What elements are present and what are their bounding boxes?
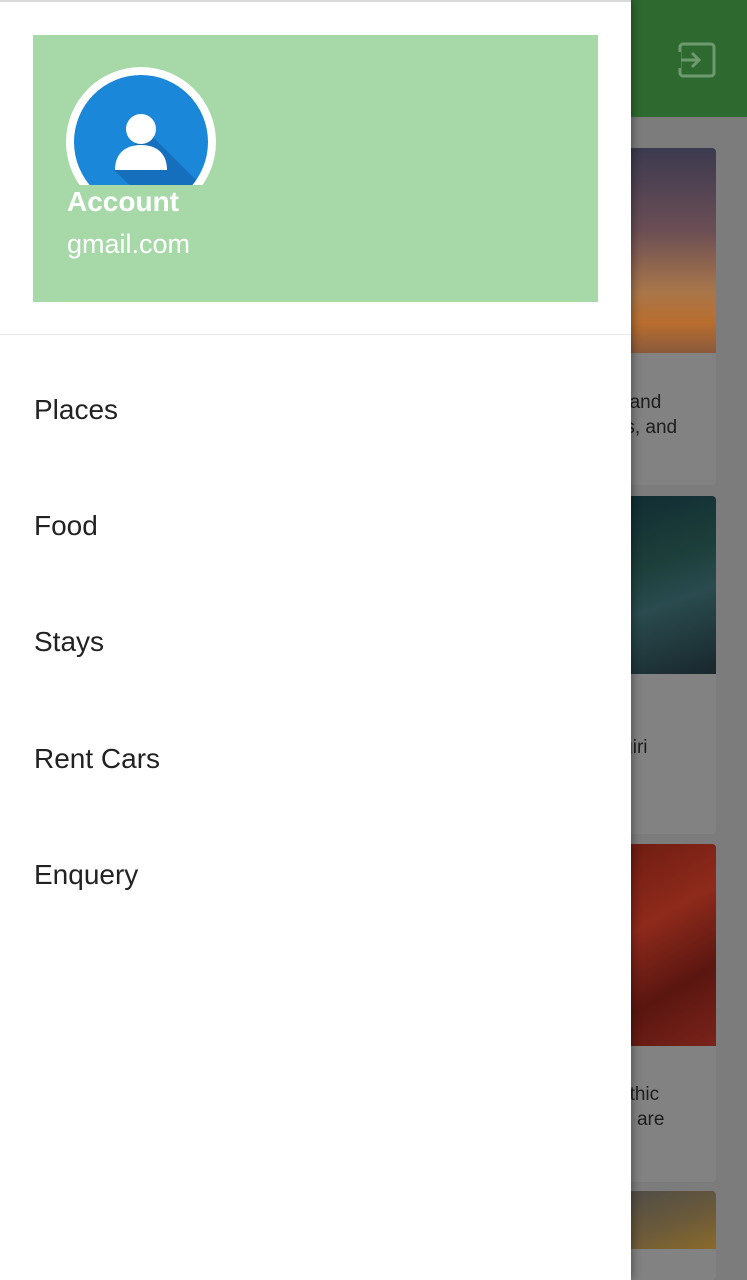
menu-item-stays[interactable]: Stays bbox=[0, 592, 631, 692]
menu-item-food[interactable]: Food bbox=[0, 476, 631, 576]
avatar-circle bbox=[74, 75, 208, 185]
avatar[interactable] bbox=[66, 67, 216, 185]
person-icon bbox=[114, 114, 201, 185]
account-name: Account bbox=[67, 186, 179, 217]
account-email: gmail.com bbox=[67, 229, 191, 259]
menu-item-label: Food bbox=[34, 510, 98, 541]
menu-item-label: Places bbox=[34, 394, 119, 425]
menu-item-places[interactable]: Places bbox=[0, 360, 631, 460]
navigation-drawer: Account gmail.com Places Food Stays Rent… bbox=[0, 0, 631, 1280]
menu-item-rent-cars[interactable]: Rent Cars bbox=[0, 709, 631, 809]
divider bbox=[0, 334, 631, 335]
logout-icon bbox=[677, 40, 717, 80]
account-header[interactable]: Account gmail.com bbox=[33, 35, 598, 302]
menu-item-enquery[interactable]: Enquery bbox=[0, 825, 631, 925]
menu-item-label: Stays bbox=[34, 626, 105, 657]
menu-item-label: Rent Cars bbox=[34, 743, 161, 774]
menu-item-label: Enquery bbox=[34, 859, 139, 890]
divider bbox=[0, 0, 631, 2]
